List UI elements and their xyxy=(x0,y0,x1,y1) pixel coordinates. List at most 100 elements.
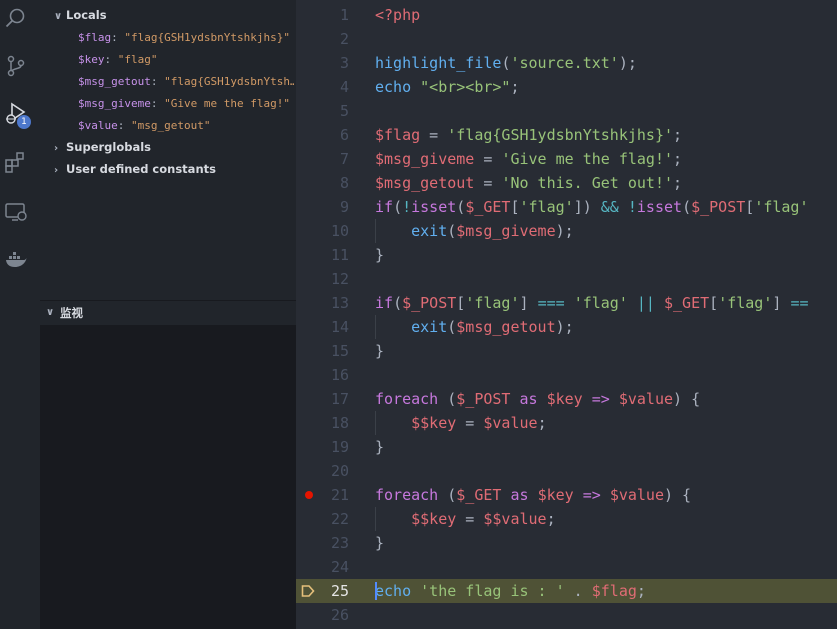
superglobals-scope[interactable]: › Superglobals xyxy=(54,136,151,158)
code-line[interactable]: 22 $$key = $$value; xyxy=(296,507,837,531)
text-cursor xyxy=(375,582,377,600)
line-number: 17 xyxy=(330,390,349,408)
code-line[interactable]: 19} xyxy=(296,435,837,459)
line-number: 6 xyxy=(339,126,349,144)
code-line[interactable]: 9 if(!isset($_GET['flag']) && !isset($_PO… xyxy=(296,195,837,219)
variable-row[interactable]: $value: "msg_getout" xyxy=(78,114,210,136)
code-line[interactable]: 2 xyxy=(296,27,837,51)
line-number: 24 xyxy=(330,558,349,576)
activity-bar: 1 xyxy=(0,0,40,629)
line-number: 2 xyxy=(339,30,349,48)
watch-panel[interactable] xyxy=(40,325,296,629)
line-number: 10 xyxy=(330,222,349,240)
code-line[interactable]: 14 exit($msg_getout); xyxy=(296,315,837,339)
variable-value: "flag" xyxy=(117,53,158,66)
code-text: exit($msg_getout); xyxy=(411,318,574,336)
line-number: 14 xyxy=(330,318,349,336)
variable-value: "Give me the flag!" xyxy=(164,97,290,110)
line-number: 16 xyxy=(330,366,349,384)
code-line[interactable]: 20 xyxy=(296,459,837,483)
line-number: 18 xyxy=(330,414,349,432)
locals-label: Locals xyxy=(66,8,107,22)
variables-section: ∨ Locals $flag: "flag{GSH1ydsbnYtshkjhs}"… xyxy=(40,0,296,300)
code-text: foreach ($_POST as $key => $value) { xyxy=(375,390,701,408)
line-number: 1 xyxy=(339,6,349,24)
code-text: $flag = 'flag{GSH1ydsbnYtshkjhs}'; xyxy=(375,126,683,144)
watch-label: 监视 xyxy=(60,306,83,320)
line-number: 20 xyxy=(330,462,349,480)
code-line[interactable]: 23} xyxy=(296,531,837,555)
line-number: 25 xyxy=(330,582,349,600)
variable-value: "flag{GSH1ydsbnYtsh… xyxy=(164,75,294,88)
code-line[interactable]: 21 foreach ($_GET as $key => $value) { xyxy=(296,483,837,507)
variable-row[interactable]: $key: "flag" xyxy=(78,48,158,70)
variable-value: "flag{GSH1ydsbnYtshkjhs}" xyxy=(124,31,290,44)
extensions-icon[interactable] xyxy=(4,150,28,174)
line-number: 21 xyxy=(330,486,349,504)
code-line[interactable]: 11} xyxy=(296,243,837,267)
code-text: exit($msg_giveme); xyxy=(411,222,574,240)
watch-section-header[interactable]: ∨ 监视 xyxy=(40,300,296,325)
code-text: echo "<br><br>"; xyxy=(375,78,520,96)
code-text: $$key = $$value; xyxy=(411,510,556,528)
variable-name: $flag xyxy=(78,31,112,44)
code-text: highlight_file('source.txt'); xyxy=(375,54,637,72)
code-line[interactable]: 12 xyxy=(296,267,837,291)
code-line[interactable]: 16 xyxy=(296,363,837,387)
code-line[interactable]: 15} xyxy=(296,339,837,363)
line-number: 5 xyxy=(339,102,349,120)
line-number: 22 xyxy=(330,510,349,528)
code-line[interactable]: 13 if($_POST['flag'] === 'flag' || $_GET[… xyxy=(296,291,837,315)
constants-scope[interactable]: › User defined constants xyxy=(54,158,216,180)
variable-name: $key xyxy=(78,53,105,66)
code-line[interactable]: 1 <?php xyxy=(296,3,837,27)
code-line-current[interactable]: 25 echo 'the flag is : ' . $flag; xyxy=(296,579,837,603)
code-line[interactable]: 5 xyxy=(296,99,837,123)
docker-icon[interactable] xyxy=(4,248,28,272)
code-text: foreach ($_GET as $key => $value) { xyxy=(375,486,692,504)
code-line[interactable]: 3 highlight_file('source.txt'); xyxy=(296,51,837,75)
line-number: 9 xyxy=(339,198,349,216)
line-number: 11 xyxy=(330,246,349,264)
code-text: $msg_getout = 'No this. Get out!'; xyxy=(375,174,683,192)
code-text: } xyxy=(375,342,385,360)
variable-row[interactable]: $flag: "flag{GSH1ydsbnYtshkjhs}" xyxy=(78,26,290,48)
code-editor[interactable]: 1 <?php 2 3 highlight_file('source.txt'); 4 ec… xyxy=(296,0,837,629)
chevron-down-icon: ∨ xyxy=(54,11,63,22)
debug-badge: 1 xyxy=(17,115,31,129)
line-number: 4 xyxy=(339,78,349,96)
code-text: } xyxy=(375,246,385,264)
code-text: $$key = $value; xyxy=(411,414,547,432)
code-line[interactable]: 17 foreach ($_POST as $key => $value) { xyxy=(296,387,837,411)
line-number: 13 xyxy=(330,294,349,312)
code-line[interactable]: 18 $$key = $value; xyxy=(296,411,837,435)
code-line[interactable]: 6 $flag = 'flag{GSH1ydsbnYtshkjhs}'; xyxy=(296,123,837,147)
line-number: 26 xyxy=(330,606,349,624)
code-line[interactable]: 10 exit($msg_giveme); xyxy=(296,219,837,243)
remote-explorer-icon[interactable] xyxy=(4,200,28,224)
variable-value: "msg_getout" xyxy=(131,119,211,132)
line-number: 23 xyxy=(330,534,349,552)
line-number: 15 xyxy=(330,342,349,360)
code-line[interactable]: 24 xyxy=(296,555,837,579)
constants-label: User defined constants xyxy=(66,162,216,176)
line-number: 7 xyxy=(339,150,349,168)
code-line[interactable]: 26 xyxy=(296,603,837,627)
variable-name: $value xyxy=(78,119,118,132)
code-line[interactable]: 8 $msg_getout = 'No this. Get out!'; xyxy=(296,171,837,195)
debug-side-panel: ∨ Locals $flag: "flag{GSH1ydsbnYtshkjhs}"… xyxy=(40,0,296,629)
variable-row[interactable]: $msg_getout: "flag{GSH1ydsbnYtsh… xyxy=(78,70,294,92)
search-icon[interactable] xyxy=(4,6,28,30)
source-control-icon[interactable] xyxy=(4,54,28,78)
code-line[interactable]: 7 $msg_giveme = 'Give me the flag!'; xyxy=(296,147,837,171)
locals-scope[interactable]: ∨ Locals xyxy=(54,4,107,26)
code-line[interactable]: 4 echo "<br><br>"; xyxy=(296,75,837,99)
line-number: 19 xyxy=(330,438,349,456)
chevron-right-icon: › xyxy=(54,165,59,176)
chevron-right-icon: › xyxy=(54,143,59,154)
line-number: 8 xyxy=(339,174,349,192)
code-text: <?php xyxy=(375,6,421,24)
variable-row[interactable]: $msg_giveme: "Give me the flag!" xyxy=(78,92,290,114)
code-text: if($_POST['flag'] === 'flag' || $_GET['f… xyxy=(375,294,809,312)
code-text: if(!isset($_GET['flag']) && !isset($_POS… xyxy=(375,198,809,216)
